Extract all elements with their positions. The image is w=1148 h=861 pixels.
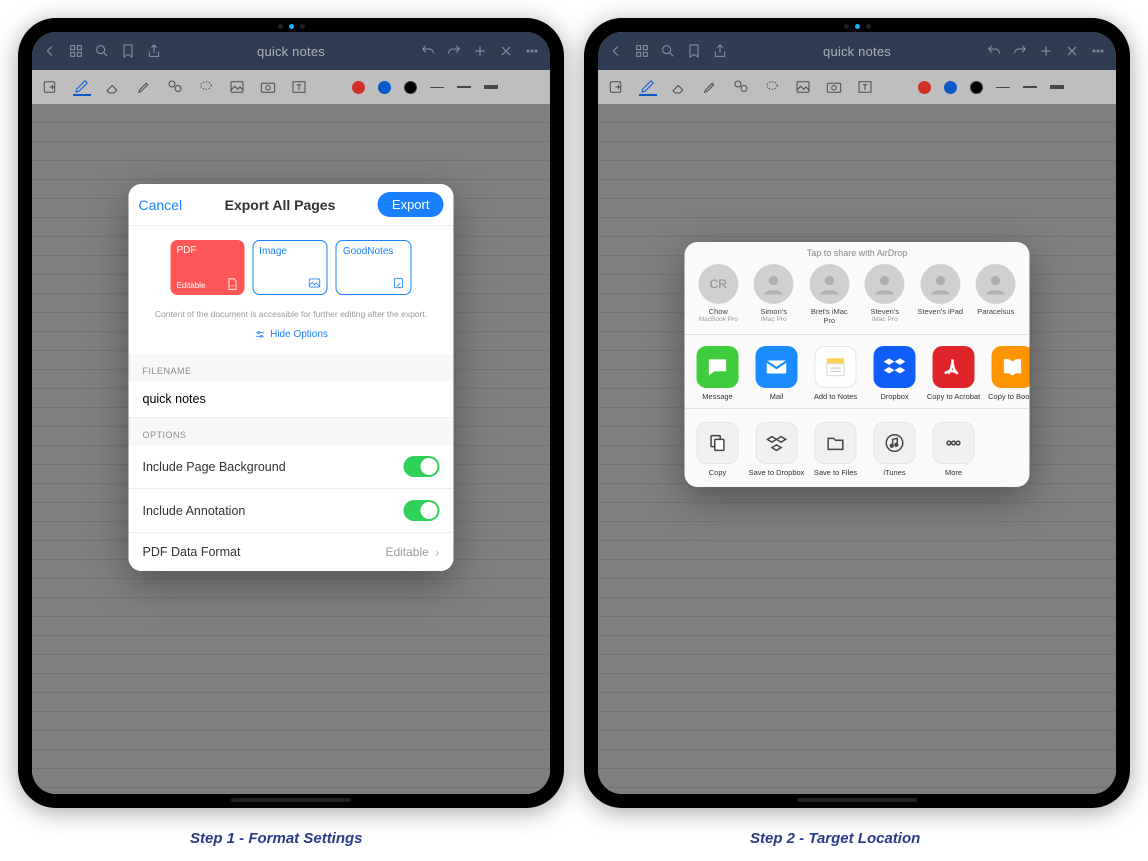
hide-options-button[interactable]: Hide Options bbox=[129, 327, 454, 354]
goodnotes-icon bbox=[392, 276, 406, 290]
format-goodnotes[interactable]: GoodNotes bbox=[336, 240, 412, 295]
share-app[interactable]: Message bbox=[690, 346, 746, 401]
share-action[interactable]: More bbox=[926, 422, 982, 477]
share-action[interactable]: Copy bbox=[690, 422, 746, 477]
sliders-icon bbox=[254, 329, 265, 340]
ipad-step2: quick notes bbox=[584, 18, 1130, 808]
share-app[interactable]: Mail bbox=[749, 346, 805, 401]
filename-header: FILENAME bbox=[129, 354, 454, 381]
pdf-icon bbox=[225, 277, 239, 291]
share-app[interactable]: Copy to Books bbox=[985, 346, 1030, 401]
share-app[interactable]: Dropbox bbox=[867, 346, 923, 401]
airdrop-target[interactable]: Steven'siMac Pro bbox=[860, 264, 910, 325]
airdrop-target[interactable]: Steven's iPad bbox=[915, 264, 965, 325]
airdrop-target[interactable]: Bret's iMac Pro bbox=[804, 264, 854, 325]
toggle-background[interactable] bbox=[404, 456, 440, 477]
image-icon bbox=[308, 276, 322, 290]
format-image[interactable]: Image bbox=[252, 240, 328, 295]
share-app[interactable]: Add to Notes bbox=[808, 346, 864, 401]
format-pdf[interactable]: PDF Editable bbox=[171, 240, 245, 295]
toggle-annotation[interactable] bbox=[404, 500, 440, 521]
options-header: OPTIONS bbox=[129, 418, 454, 445]
option-include-annotation: Include Annotation bbox=[129, 489, 454, 533]
share-action[interactable]: Save to Files bbox=[808, 422, 864, 477]
chevron-right-icon: › bbox=[435, 544, 440, 560]
format-note: Content of the document is accessible fo… bbox=[129, 301, 454, 327]
airdrop-target[interactable]: Simon'siMac Pro bbox=[749, 264, 799, 325]
share-action[interactable]: iTunes bbox=[867, 422, 923, 477]
airdrop-caption: Tap to share with AirDrop bbox=[685, 242, 1030, 262]
share-action[interactable]: Save to Dropbox bbox=[749, 422, 805, 477]
export-button[interactable]: Export bbox=[378, 192, 444, 217]
share-app[interactable]: Copy to Acrobat bbox=[926, 346, 982, 401]
option-include-background: Include Page Background bbox=[129, 445, 454, 489]
caption-step1: Step 1 - Format Settings bbox=[190, 830, 363, 847]
export-dialog: Cancel Export All Pages Export PDF Edita… bbox=[129, 184, 454, 571]
dialog-title: Export All Pages bbox=[225, 197, 336, 213]
airdrop-target[interactable]: Paracelsus bbox=[971, 264, 1021, 325]
share-sheet: Tap to share with AirDrop CRChowMacBook … bbox=[685, 242, 1030, 487]
filename-input[interactable] bbox=[143, 392, 440, 406]
ipad-step1: quick notes bbox=[18, 18, 564, 808]
filename-field[interactable] bbox=[129, 381, 454, 418]
option-pdf-format[interactable]: PDF Data Format Editable › bbox=[129, 533, 454, 571]
caption-step2: Step 2 - Target Location bbox=[750, 830, 920, 847]
airdrop-target[interactable]: CRChowMacBook Pro bbox=[693, 264, 743, 325]
cancel-button[interactable]: Cancel bbox=[139, 197, 183, 213]
